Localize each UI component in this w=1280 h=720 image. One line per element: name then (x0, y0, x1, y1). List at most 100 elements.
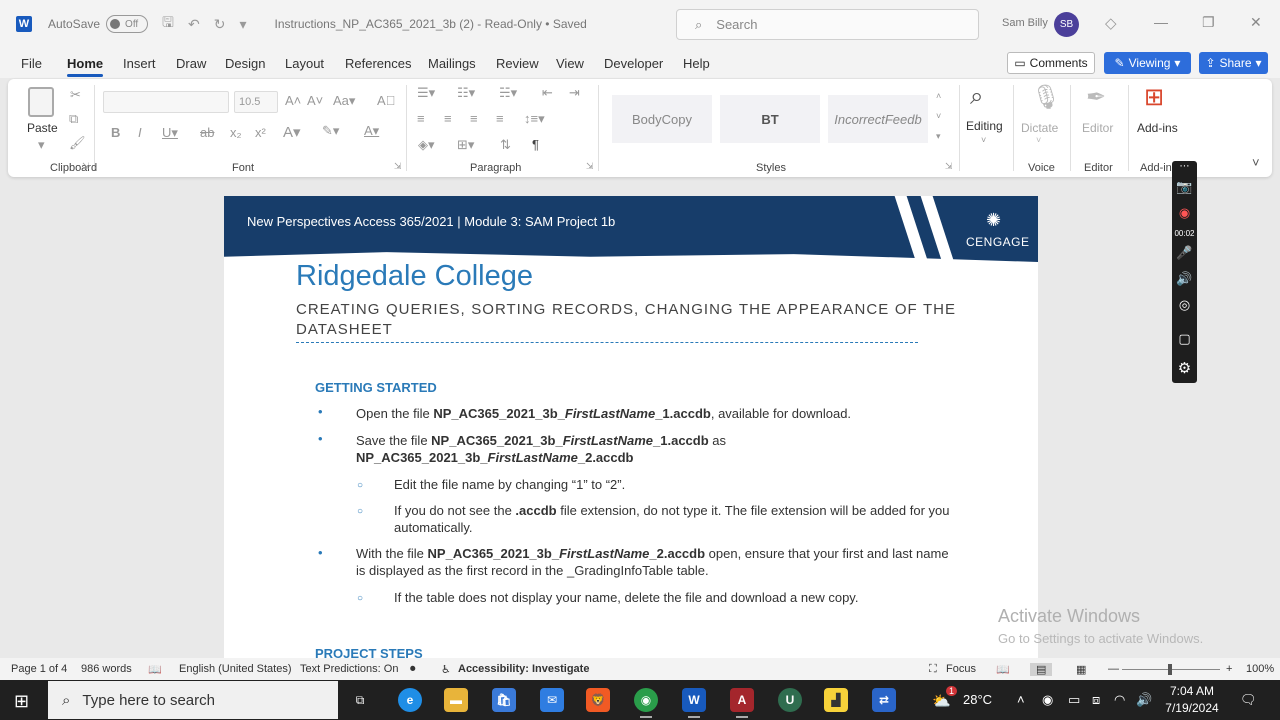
style-bt[interactable]: BT (720, 95, 820, 143)
superscript-icon[interactable]: x² (255, 125, 266, 140)
paste-icon[interactable] (28, 87, 54, 117)
chevron-down-icon[interactable]: ▾ (38, 137, 45, 153)
show-formatting-marks-icon[interactable]: ¶ (532, 137, 539, 152)
sort-icon[interactable]: ⇅ (500, 137, 511, 153)
align-right-icon[interactable]: ≡ (470, 111, 478, 126)
microphone-icon[interactable]: 🎙 (1031, 83, 1061, 112)
close-icon[interactable]: ✕ (1250, 14, 1262, 31)
temperature[interactable]: 28°C (963, 692, 992, 707)
battery-icon[interactable]: ▭ (1068, 692, 1080, 708)
clipboard-dialog-launcher-icon[interactable]: ⇲ (82, 161, 90, 172)
accessibility-status[interactable]: Accessibility: Investigate (458, 663, 589, 675)
format-painter-icon[interactable]: 🖌 (69, 135, 86, 151)
proofing-icon[interactable]: 📖 (148, 663, 162, 676)
device-icon[interactable]: ⧈ (1092, 692, 1100, 708)
sticky-notes-icon[interactable]: ▟ (824, 688, 848, 712)
screen-region-icon[interactable]: ▢ (1172, 331, 1197, 347)
save-icon[interactable]: 🖫 (162, 12, 174, 36)
share-button[interactable]: ⇪ Share ▾ (1199, 52, 1268, 74)
align-center-icon[interactable]: ≡ (444, 111, 452, 126)
tab-layout[interactable]: Layout (285, 56, 324, 71)
upwork-icon[interactable]: U (778, 688, 802, 712)
speaker-icon[interactable]: 🔊 (1172, 271, 1197, 287)
change-case-icon[interactable]: Aa▾ (333, 93, 355, 109)
multilevel-list-icon[interactable]: ☵▾ (499, 85, 517, 101)
numbering-icon[interactable]: ☷▾ (457, 85, 475, 101)
borders-icon[interactable]: ⊞▾ (457, 137, 474, 153)
editing-button[interactable]: Editing (966, 119, 1003, 133)
bullets-icon[interactable]: ☰▾ (417, 85, 435, 101)
settings-gear-icon[interactable]: ⚙ (1172, 359, 1197, 377)
zoom-out-icon[interactable]: — (1108, 663, 1119, 675)
autosave-toggle[interactable]: Off (106, 15, 149, 33)
font-name-select[interactable] (103, 91, 229, 113)
tab-review[interactable]: Review (496, 56, 539, 71)
zoom-slider-thumb[interactable] (1168, 664, 1172, 675)
decrease-indent-icon[interactable]: ⇤ (542, 85, 553, 101)
show-hidden-icons-icon[interactable]: ˄ (1017, 692, 1025, 707)
wifi-icon[interactable]: ◠ (1114, 692, 1125, 708)
file-explorer-icon[interactable]: ▬ (444, 688, 468, 712)
language-indicator[interactable]: English (United States) (179, 663, 292, 675)
remote-app-icon[interactable]: ⇄ (872, 688, 896, 712)
redo-icon[interactable]: ↻ (214, 16, 226, 33)
task-view-icon[interactable]: ⧉ (348, 688, 372, 712)
add-ins-button[interactable]: Add-ins (1137, 121, 1178, 135)
undo-icon[interactable]: ↶ (188, 16, 200, 33)
increase-indent-icon[interactable]: ⇥ (569, 85, 580, 101)
web-layout-icon[interactable]: ▦ (1076, 663, 1086, 676)
font-dialog-launcher-icon[interactable]: ⇲ (394, 161, 402, 172)
chevron-down-icon[interactable]: ˅ (1036, 135, 1041, 145)
search-input[interactable]: ⌕ Search (676, 9, 979, 40)
styles-dialog-launcher-icon[interactable]: ⇲ (945, 161, 953, 172)
minimize-icon[interactable]: — (1154, 14, 1168, 30)
font-size-select[interactable]: 10.5 (234, 91, 278, 113)
chevron-down-icon[interactable]: ˅ (981, 135, 986, 145)
record-icon[interactable]: ◉ (1172, 205, 1197, 221)
word-count[interactable]: 986 words (81, 663, 132, 675)
zoom-level[interactable]: 100% (1246, 663, 1274, 675)
find-icon[interactable]: ⌕ (970, 83, 983, 111)
tab-developer[interactable]: Developer (604, 56, 663, 71)
tab-design[interactable]: Design (225, 56, 265, 71)
dictate-button[interactable]: Dictate (1021, 121, 1058, 135)
taskbar-search-input[interactable]: ⌕ Type here to search (48, 681, 338, 719)
font-color-icon[interactable]: A▾ (364, 123, 379, 139)
restore-icon[interactable]: ❐ (1202, 14, 1215, 31)
styles-more-icon[interactable]: ▾ (936, 131, 941, 142)
editor-button[interactable]: Editor (1082, 121, 1113, 135)
grow-font-icon[interactable]: A˄ (285, 93, 301, 108)
customize-qat-icon[interactable]: ▾ (239, 16, 246, 33)
styles-scroll-up-icon[interactable]: ˄ (936, 91, 941, 101)
tab-file[interactable]: File (21, 56, 42, 71)
align-left-icon[interactable]: ≡ (417, 111, 425, 126)
focus-mode-button[interactable]: Focus (946, 663, 976, 675)
accessibility-icon[interactable]: ♿ (441, 663, 451, 676)
notifications-icon[interactable]: 🗨 (1240, 692, 1257, 708)
style-bodycopy[interactable]: BodyCopy (612, 95, 712, 143)
premium-diamond-icon[interactable]: ◇ (1105, 14, 1117, 32)
styles-scroll-down-icon[interactable]: ˅ (936, 111, 941, 121)
macro-recording-icon[interactable]: ⏺ (410, 663, 416, 676)
tab-insert[interactable]: Insert (123, 56, 156, 71)
tab-help[interactable]: Help (683, 56, 710, 71)
recorder-menu-icon[interactable]: ⋯ (1172, 161, 1197, 172)
bold-icon[interactable]: B (111, 125, 120, 140)
microphone-icon[interactable]: 🎤 (1172, 245, 1197, 261)
viewing-button[interactable]: ✎ Viewing ▾ (1104, 52, 1191, 74)
edge-browser-icon[interactable]: e (398, 688, 422, 712)
add-ins-grid-icon[interactable]: ⊞ (1144, 83, 1164, 112)
focus-icon[interactable]: ⛶ (929, 663, 937, 676)
highlight-icon[interactable]: ✎▾ (322, 123, 339, 139)
tab-home[interactable]: Home (67, 56, 104, 77)
line-spacing-icon[interactable]: ↕≡▾ (524, 111, 545, 127)
access-taskbar-icon[interactable]: A (730, 688, 754, 718)
activation-watermark-subtitle[interactable]: Go to Settings to activate Windows. (998, 631, 1203, 646)
paragraph-dialog-launcher-icon[interactable]: ⇲ (586, 161, 594, 172)
mail-icon[interactable]: ✉ (540, 688, 564, 712)
subscript-icon[interactable]: x₂ (230, 125, 242, 140)
brave-browser-icon[interactable]: 🦁 (586, 688, 610, 712)
text-effects-icon[interactable]: A▾ (283, 123, 301, 141)
print-layout-icon[interactable]: ▤ (1030, 663, 1053, 676)
collapse-ribbon-icon[interactable]: ˅ (1252, 155, 1260, 170)
